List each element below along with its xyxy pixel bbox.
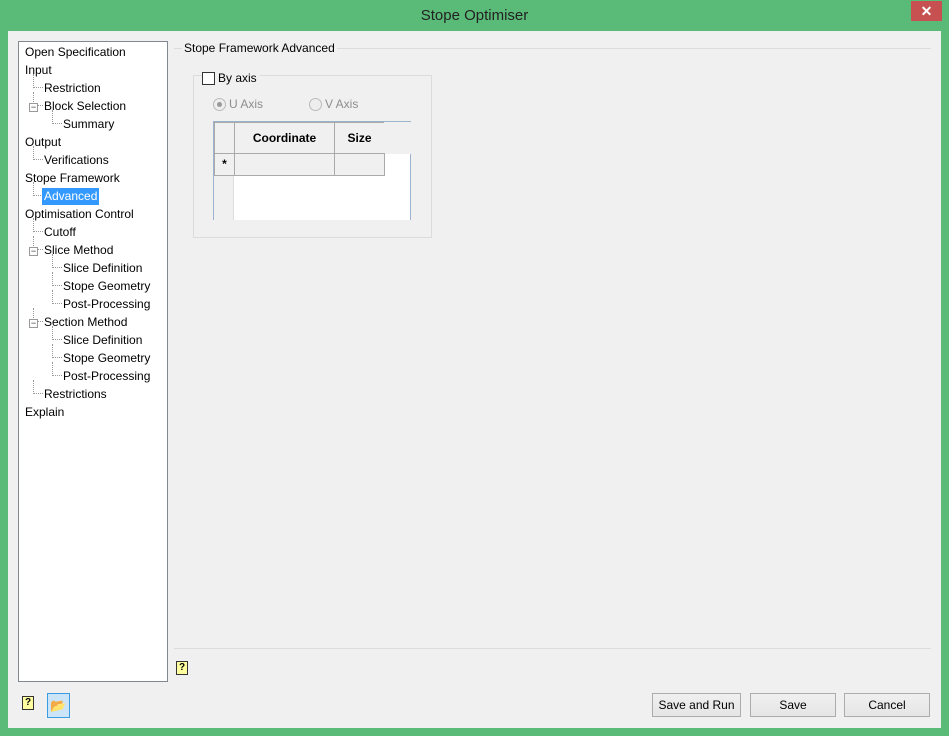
tree-connector	[33, 74, 43, 88]
tree-item[interactable]: Output	[25, 134, 61, 151]
corner-cell	[214, 122, 235, 154]
size-cell[interactable]	[334, 153, 385, 176]
close-icon: ✕	[920, 3, 933, 19]
tree-item[interactable]: Stope Geometry	[63, 278, 150, 295]
tree-connector	[33, 146, 43, 160]
tree-item[interactable]: Post-Processing	[63, 296, 150, 313]
column-header-coordinate[interactable]: Coordinate	[234, 122, 335, 154]
tree-item[interactable]: Restriction	[44, 80, 101, 97]
close-button[interactable]: ✕	[911, 1, 942, 21]
v-axis-label: V Axis	[325, 97, 359, 111]
checkbox-box[interactable]	[202, 71, 215, 85]
tree-connector	[33, 380, 43, 394]
open-folder-icon[interactable]: 📂	[47, 693, 70, 718]
tree-item[interactable]: Cutoff	[44, 224, 76, 241]
tree-item[interactable]: Restrictions	[44, 386, 107, 403]
tree-item[interactable]: Slice Definition	[63, 332, 142, 349]
tree-item[interactable]: Open Specification	[25, 44, 126, 61]
tree-item[interactable]: Slice Definition	[63, 260, 142, 277]
radio-icon	[309, 97, 322, 111]
tree-item[interactable]: Stope Geometry	[63, 350, 150, 367]
tree-item[interactable]: Explain	[25, 404, 64, 421]
collapse-icon[interactable]: −	[29, 247, 38, 256]
tree-connector	[52, 254, 62, 268]
tree-item[interactable]: Summary	[63, 116, 114, 133]
new-row-marker: *	[214, 153, 235, 176]
by-axis-label: By axis	[218, 71, 257, 85]
radio-selected-icon	[213, 97, 226, 111]
tree-connector	[52, 290, 62, 304]
coordinate-cell[interactable]	[234, 153, 335, 176]
help-icon[interactable]: ?	[22, 696, 34, 710]
help-icon[interactable]: ?	[176, 661, 188, 675]
axis-grid[interactable]: Coordinate Size *	[213, 121, 411, 220]
window-title: Stope Optimiser	[420, 7, 529, 24]
dialog-client: Open Specification Input Restriction − Block…	[8, 31, 941, 728]
column-header-size[interactable]: Size	[334, 122, 385, 154]
panel-title: Stope Framework Advanced	[182, 41, 337, 55]
v-axis-radio[interactable]: V Axis	[309, 97, 358, 111]
tree-item[interactable]: Post-Processing	[63, 368, 150, 385]
title-bar: Stope Optimiser	[0, 0, 949, 31]
tree-item[interactable]: Advanced	[42, 188, 100, 205]
tree-connector	[52, 110, 62, 124]
tree-connector	[52, 344, 62, 358]
cancel-button[interactable]: Cancel	[844, 693, 930, 717]
save-and-run-button[interactable]: Save and Run	[652, 693, 741, 717]
collapse-icon[interactable]: −	[29, 103, 38, 112]
tree-connector	[52, 326, 62, 340]
tree-connector	[33, 218, 43, 232]
header-filler	[384, 122, 411, 154]
tree-connector	[52, 362, 62, 376]
save-button[interactable]: Save	[750, 693, 836, 717]
collapse-icon[interactable]: −	[29, 319, 38, 328]
by-axis-checkbox[interactable]: By axis	[202, 71, 260, 85]
u-axis-radio[interactable]: U Axis	[213, 97, 263, 111]
navigation-tree[interactable]: Open Specification Input Restriction − Block…	[18, 41, 168, 682]
u-axis-label: U Axis	[229, 97, 264, 111]
tree-connector	[52, 272, 62, 286]
tree-item[interactable]: Verifications	[44, 152, 109, 169]
